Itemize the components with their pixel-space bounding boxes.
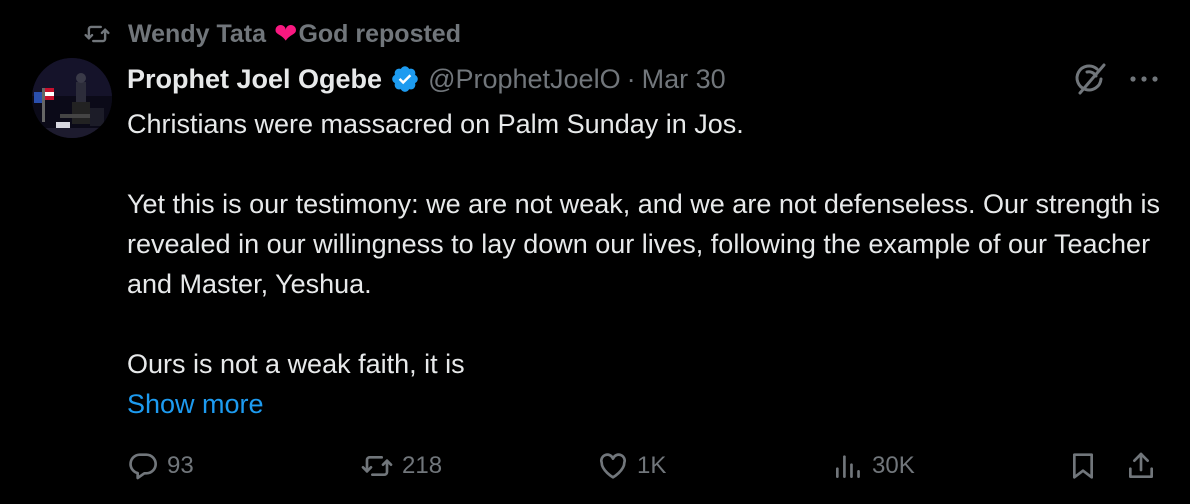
separator-dot: · — [626, 63, 636, 94]
repost-button[interactable]: 218 — [360, 446, 442, 486]
tweet-header: Prophet Joel Ogebe @ProphetJoelO · Mar 3… — [127, 60, 726, 98]
action-bar: 93 218 1K 30K — [127, 446, 1167, 486]
like-count: 1K — [637, 452, 667, 479]
tweet-text: Christians were massacred on Palm Sunday… — [127, 104, 1167, 424]
repost-context[interactable]: Wendy Tata ❤ God reposted — [80, 18, 461, 50]
avatar[interactable] — [32, 58, 112, 138]
reposter-name[interactable]: Wendy Tata — [128, 20, 266, 49]
more-icon[interactable] — [1124, 64, 1164, 94]
repost-icon — [80, 21, 114, 47]
like-button[interactable]: 1K — [597, 446, 666, 486]
repost-icon — [361, 456, 393, 476]
reply-count: 93 — [167, 452, 194, 479]
author-handle[interactable]: @ProphetJoelO — [428, 64, 621, 95]
tweet-line-1: Christians were massacred on Palm Sunday… — [127, 109, 744, 139]
author-name[interactable]: Prophet Joel Ogebe — [127, 64, 382, 95]
reply-icon — [129, 453, 157, 480]
tweet-paragraph-2: Yet this is our testimony: we are not we… — [127, 189, 1161, 299]
share-icon — [1129, 452, 1153, 478]
bookmark-button[interactable] — [1067, 446, 1107, 486]
grok-icon[interactable] — [1071, 60, 1109, 98]
bookmark-icon — [1073, 453, 1093, 479]
tweet-paragraph-3: Ours is not a weak faith, it is — [127, 349, 465, 379]
heart-emoji: ❤ — [274, 18, 298, 49]
repost-count: 218 — [402, 452, 443, 479]
views-count: 30K — [872, 452, 915, 479]
show-more-link[interactable]: Show more — [127, 384, 1167, 424]
reply-button[interactable]: 93 — [127, 446, 194, 486]
views-button[interactable]: 30K — [832, 446, 915, 486]
tweet-date[interactable]: Mar 30 — [642, 64, 726, 95]
reposted-label: God reposted — [298, 19, 461, 48]
share-button[interactable] — [1125, 446, 1165, 486]
verified-badge-icon[interactable] — [390, 64, 420, 94]
like-icon — [600, 453, 626, 479]
views-icon — [836, 455, 860, 478]
